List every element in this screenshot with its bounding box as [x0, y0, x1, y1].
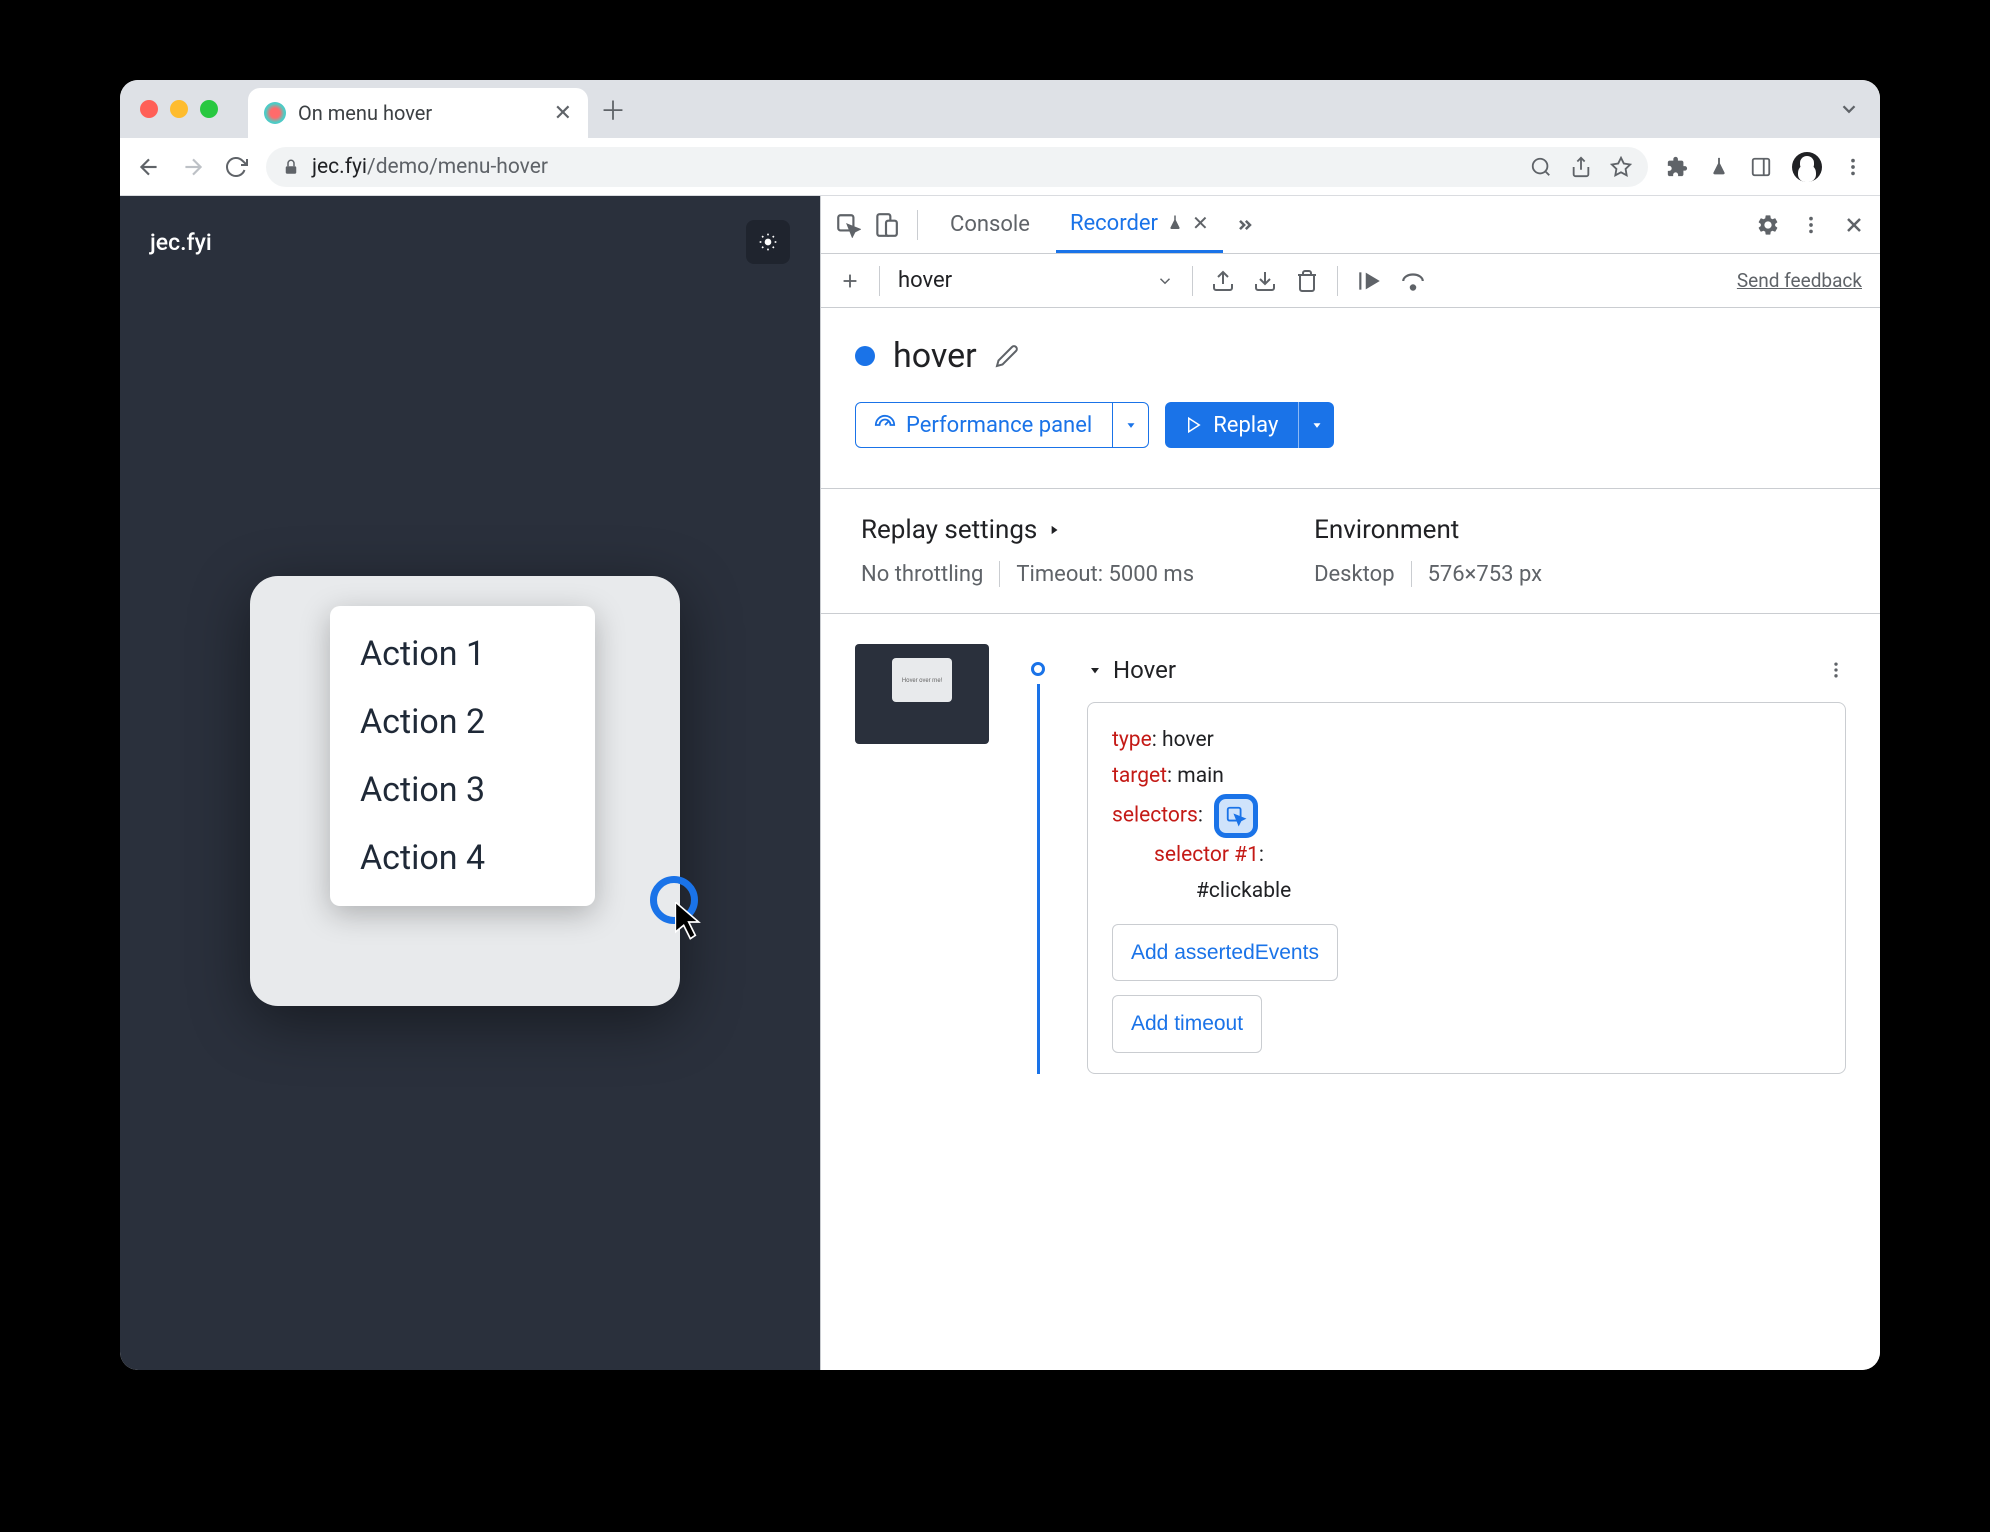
chevron-down-icon[interactable] — [1156, 272, 1174, 290]
recording-selector[interactable]: hover — [898, 268, 1138, 293]
web-page: jec.fyi Hover over me! Action 1 Action 2… — [120, 196, 820, 1370]
extensions-icon[interactable] — [1666, 156, 1688, 178]
recording-title: hover — [893, 336, 977, 376]
prop-value[interactable]: : main — [1167, 764, 1224, 788]
replay-settings-heading[interactable]: Replay settings — [861, 515, 1194, 545]
timeout-value: Timeout: 5000 ms — [1016, 562, 1194, 587]
menu-item[interactable]: Action 3 — [330, 756, 595, 824]
import-icon[interactable] — [1253, 269, 1277, 293]
browser-toolbar: jec.fyi/demo/menu-hover — [120, 138, 1880, 196]
devtools-tabstrip: Console Recorder ✕ — [821, 196, 1880, 254]
recorder-toolbar: hover Send feedback — [821, 254, 1880, 308]
hover-menu: Action 1 Action 2 Action 3 Action 4 — [330, 606, 595, 906]
new-tab-button[interactable]: ＋ — [600, 91, 626, 128]
add-asserted-events-button[interactable]: Add assertedEvents — [1112, 924, 1338, 982]
perf-dropdown-icon[interactable] — [1112, 403, 1148, 447]
lock-icon — [282, 158, 300, 176]
tab-console[interactable]: Console — [936, 196, 1044, 253]
reload-button[interactable] — [224, 155, 248, 179]
profile-avatar[interactable] — [1792, 152, 1822, 182]
timeline-track — [1019, 638, 1057, 1074]
environment-heading: Environment — [1314, 515, 1542, 545]
device-toggle-icon[interactable] — [873, 212, 899, 238]
zoom-icon[interactable] — [1530, 156, 1552, 178]
menu-item[interactable]: Action 2 — [330, 688, 595, 756]
viewport-value: 576×753 px — [1428, 562, 1543, 587]
toolbar-actions — [1666, 152, 1864, 182]
replay-settings-row: Replay settings No throttling Timeout: 5… — [821, 488, 1880, 614]
share-icon[interactable] — [1570, 156, 1592, 178]
tab-close-icon[interactable]: ✕ — [1192, 211, 1209, 235]
url-text: jec.fyi/demo/menu-hover — [312, 155, 548, 179]
prop-key: type — [1112, 728, 1152, 752]
replay-button[interactable]: Replay — [1165, 402, 1334, 448]
devtools-panel: Console Recorder ✕ hover — [820, 196, 1880, 1370]
step-thumbnail: Hover over me! — [855, 644, 989, 744]
close-devtools-icon[interactable] — [1842, 213, 1866, 237]
settings-icon[interactable] — [1756, 213, 1780, 237]
theme-toggle-button[interactable] — [746, 220, 790, 264]
prop-key: target — [1112, 764, 1167, 788]
selector-value[interactable]: #clickable — [1196, 879, 1291, 903]
collapse-icon[interactable] — [1087, 662, 1103, 678]
step-over-icon[interactable] — [1400, 268, 1426, 294]
close-window-button[interactable] — [140, 100, 158, 118]
recording-timeline: Hover over me! Hover type: hover — [855, 638, 1846, 1074]
step-debug-icon[interactable] — [1356, 268, 1382, 294]
element-picker-button[interactable] — [1214, 794, 1258, 838]
forward-button[interactable] — [180, 154, 206, 180]
window-controls — [140, 100, 218, 118]
menu-item[interactable]: Action 4 — [330, 824, 595, 892]
add-timeout-button[interactable]: Add timeout — [1112, 995, 1262, 1053]
export-icon[interactable] — [1211, 269, 1235, 293]
tab-favicon — [264, 102, 286, 124]
step-name: Hover — [1113, 656, 1176, 684]
browser-tab[interactable]: On menu hover ✕ — [248, 88, 588, 138]
url-bar[interactable]: jec.fyi/demo/menu-hover — [266, 147, 1648, 187]
minimize-window-button[interactable] — [170, 100, 188, 118]
inspect-element-icon[interactable] — [835, 212, 861, 238]
selector-key: selector #1 — [1154, 843, 1259, 867]
step-more-icon[interactable] — [1826, 660, 1846, 680]
prop-value[interactable]: : hover — [1152, 728, 1214, 752]
replay-dropdown-icon[interactable] — [1298, 402, 1334, 448]
delete-icon[interactable] — [1295, 269, 1319, 293]
play-icon — [1185, 416, 1203, 434]
sidepanel-icon[interactable] — [1750, 156, 1772, 178]
flask-icon — [1166, 214, 1184, 232]
tab-close-button[interactable]: ✕ — [554, 101, 572, 126]
cursor-icon — [675, 902, 709, 942]
menu-item[interactable]: Action 1 — [330, 620, 595, 688]
device-value: Desktop — [1314, 562, 1395, 587]
feedback-link[interactable]: Send feedback — [1737, 269, 1862, 292]
tab-title: On menu hover — [298, 101, 542, 125]
titlebar: On menu hover ✕ ＋ — [120, 80, 1880, 138]
kebab-icon[interactable] — [1800, 214, 1822, 236]
browser-window: On menu hover ✕ ＋ jec.fyi/demo/menu-hove… — [120, 80, 1880, 1370]
urlbar-actions — [1530, 156, 1632, 178]
tab-recorder[interactable]: Recorder ✕ — [1056, 196, 1223, 253]
step-panel: Hover type: hover target: main selectors… — [1087, 638, 1846, 1074]
thumbnail-card: Hover over me! — [892, 658, 952, 702]
star-icon[interactable] — [1610, 156, 1632, 178]
recorder-main: hover Performance panel Replay — [821, 308, 1880, 1370]
back-button[interactable] — [136, 154, 162, 180]
menu-icon[interactable] — [1842, 156, 1864, 178]
performance-panel-button[interactable]: Performance panel — [855, 402, 1149, 448]
edit-title-button[interactable] — [995, 344, 1019, 368]
prop-value: : — [1198, 804, 1203, 828]
prop-key: selectors — [1112, 804, 1198, 828]
more-tabs-icon[interactable] — [1235, 215, 1255, 235]
timeline-node-icon — [1031, 662, 1045, 676]
page-brand[interactable]: jec.fyi — [150, 229, 212, 256]
step-details: type: hover target: main selectors: sele… — [1087, 702, 1846, 1074]
content-area: jec.fyi Hover over me! Action 1 Action 2… — [120, 196, 1880, 1370]
throttling-value: No throttling — [861, 562, 983, 587]
tabs-dropdown-icon[interactable] — [1838, 98, 1860, 120]
add-recording-button[interactable] — [839, 270, 861, 292]
recording-status-icon — [855, 346, 875, 366]
gauge-icon — [874, 414, 896, 436]
maximize-window-button[interactable] — [200, 100, 218, 118]
labs-icon[interactable] — [1708, 156, 1730, 178]
